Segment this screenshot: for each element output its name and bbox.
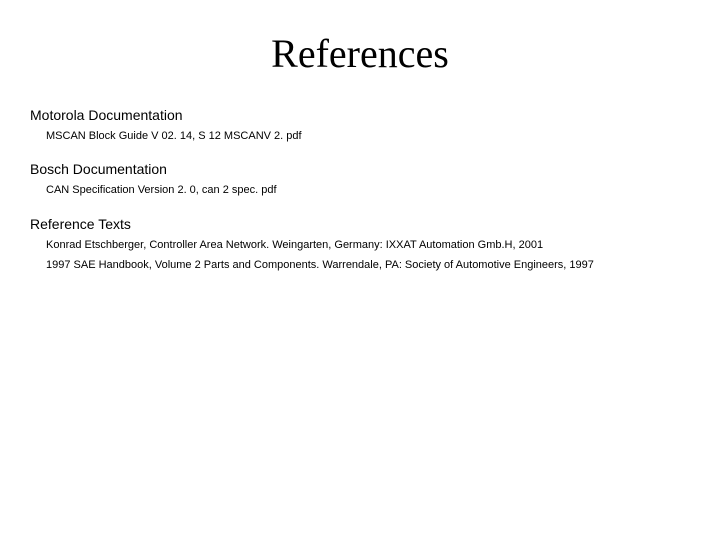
slide-container: References Motorola Documentation MSCAN … xyxy=(0,0,720,540)
section-heading: Bosch Documentation xyxy=(30,161,690,177)
section-item: 1997 SAE Handbook, Volume 2 Parts and Co… xyxy=(46,258,690,272)
section-motorola: Motorola Documentation MSCAN Block Guide… xyxy=(30,107,690,143)
section-item: CAN Specification Version 2. 0, can 2 sp… xyxy=(46,183,690,197)
page-title: References xyxy=(30,30,690,77)
section-heading: Motorola Documentation xyxy=(30,107,690,123)
section-item: Konrad Etschberger, Controller Area Netw… xyxy=(46,238,690,252)
section-heading: Reference Texts xyxy=(30,216,690,232)
section-bosch: Bosch Documentation CAN Specification Ve… xyxy=(30,161,690,197)
section-item: MSCAN Block Guide V 02. 14, S 12 MSCANV … xyxy=(46,129,690,143)
section-reference-texts: Reference Texts Konrad Etschberger, Cont… xyxy=(30,216,690,273)
